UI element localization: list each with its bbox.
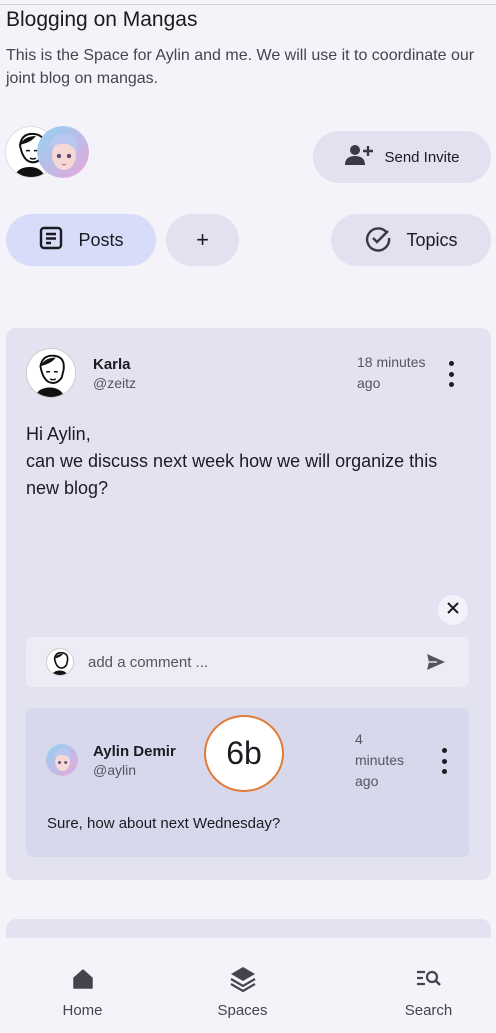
reply-more-vert-icon[interactable]: [438, 748, 450, 774]
bottom-navigation: Home Spaces Search: [0, 938, 496, 1033]
post-author-name: Karla: [93, 356, 131, 373]
person-add-icon: [344, 143, 374, 171]
comment-user-avatar: [46, 648, 74, 676]
send-invite-button[interactable]: Send Invite: [313, 131, 491, 183]
add-post-label: +: [196, 227, 209, 252]
post-time-line1: 18 minutes: [357, 354, 426, 370]
post-body-line2: can we discuss next week how we will org…: [26, 451, 438, 498]
post-body-line1: Hi Aylin,: [26, 424, 91, 444]
close-icon: [446, 601, 460, 620]
tab-posts[interactable]: Posts: [6, 214, 156, 266]
reply-timestamp: 4 minutes ago: [355, 729, 404, 792]
nav-home-label: Home: [62, 1002, 103, 1019]
post-more-vert-icon[interactable]: [445, 361, 457, 387]
annotation-badge: 6b: [204, 715, 284, 792]
post-timestamp: 18 minutes ago: [357, 352, 425, 394]
reply-time-line1: 4: [355, 731, 363, 747]
nav-search[interactable]: Search: [346, 938, 496, 1033]
reply-body: Sure, how about next Wednesday?: [47, 815, 281, 832]
reply-time-line2: minutes: [355, 752, 405, 768]
home-icon: [72, 966, 94, 992]
tab-topics[interactable]: Topics: [331, 214, 491, 266]
space-description: This is the Space for Aylin and me. We w…: [6, 47, 475, 87]
top-divider: [0, 4, 496, 5]
layers-icon: [229, 966, 257, 993]
note-icon: [38, 225, 64, 256]
reply-author-name: Aylin Demir: [93, 743, 176, 760]
tab-topics-label: Topics: [406, 229, 458, 250]
nav-spaces[interactable]: Spaces: [160, 938, 325, 1033]
post-time-line2: ago: [357, 375, 381, 391]
reply-author-handle: @aylin: [93, 762, 137, 778]
reply-time-line3: ago: [355, 773, 379, 789]
reply-author-avatar[interactable]: [46, 744, 78, 776]
close-comments-button[interactable]: [438, 595, 468, 625]
nav-spaces-label: Spaces: [217, 1002, 268, 1019]
tab-posts-label: Posts: [78, 229, 124, 250]
nav-home[interactable]: Home: [0, 938, 165, 1033]
send-icon[interactable]: [426, 653, 446, 676]
search-list-icon: [415, 966, 443, 992]
check-circle-icon: [364, 224, 392, 257]
add-post-button[interactable]: +: [166, 214, 239, 266]
comment-input[interactable]: [88, 651, 408, 673]
nav-search-label: Search: [404, 1002, 453, 1019]
post-body: Hi Aylin, can we discuss next week how w…: [26, 421, 466, 502]
page-title: Blogging on Mangas: [6, 8, 198, 31]
post-author-avatar[interactable]: [26, 348, 76, 398]
avatar-aylin[interactable]: [37, 126, 89, 178]
comment-box: [26, 637, 469, 687]
post-author-handle: @zeitz: [93, 375, 136, 391]
send-invite-label: Send Invite: [384, 148, 460, 166]
